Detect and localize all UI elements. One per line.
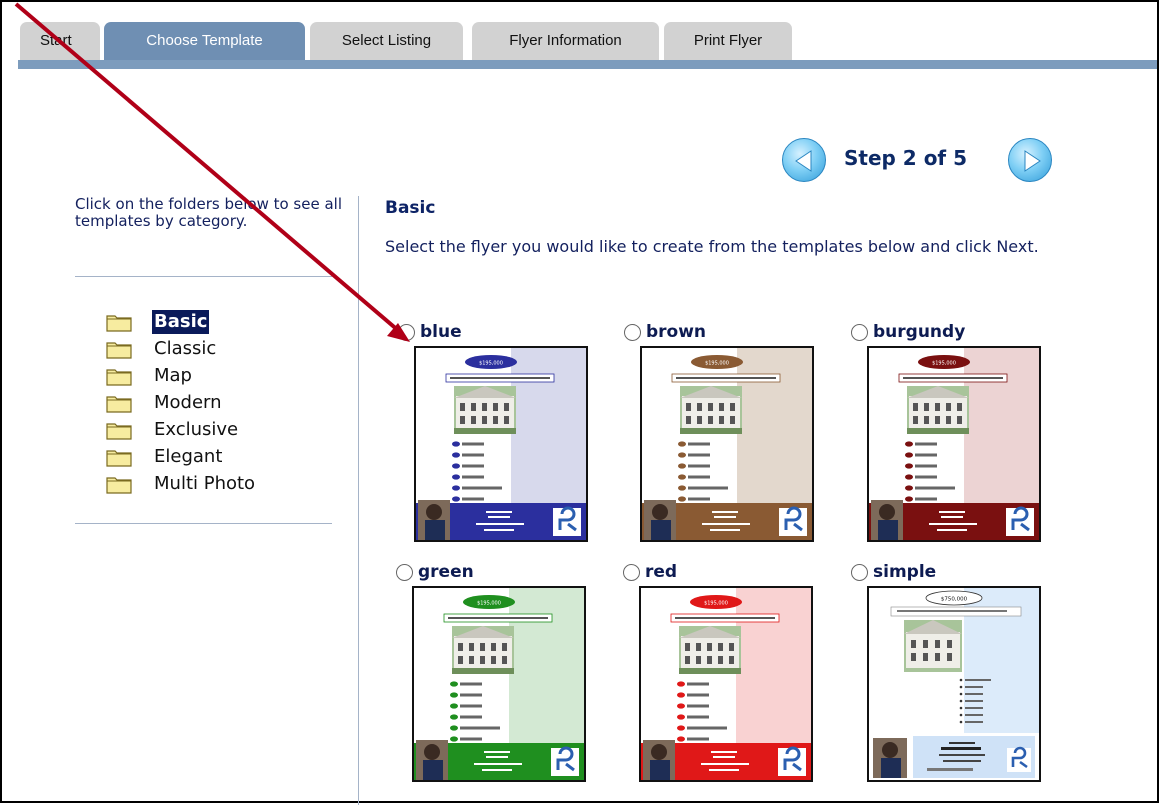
template-name: simple: [873, 562, 937, 582]
folder-label: Classic: [154, 338, 217, 359]
folder-icon: [106, 450, 132, 467]
tab-choose-template[interactable]: Choose Template: [104, 22, 305, 60]
folder-icon: [106, 315, 132, 332]
svg-text:$195,000: $195,000: [477, 601, 501, 607]
template-name: blue: [420, 322, 462, 342]
svg-text:$195,000: $195,000: [932, 361, 956, 367]
template-thumbnail[interactable]: $195,000: [640, 346, 814, 542]
template-name: burgundy: [873, 322, 966, 342]
folder-label: Multi Photo: [154, 473, 256, 494]
svg-text:$195,000: $195,000: [479, 361, 503, 367]
folder-label: Elegant: [154, 446, 223, 467]
template-radio[interactable]: [623, 564, 640, 581]
template-thumbnail[interactable]: $195,000: [414, 346, 588, 542]
folder-label: Map: [154, 365, 192, 386]
column-divider: [358, 196, 359, 805]
divider: [75, 276, 332, 277]
template-radio[interactable]: [851, 324, 868, 341]
template-thumbnail[interactable]: $195,000: [639, 586, 813, 782]
svg-text:$750,000: $750,000: [941, 597, 968, 603]
folder-icon: [106, 369, 132, 386]
template-thumbnail[interactable]: $195,000: [412, 586, 586, 782]
template-thumbnail[interactable]: $195,000: [867, 346, 1041, 542]
folder-label: Modern: [154, 392, 222, 413]
svg-text:$195,000: $195,000: [705, 361, 729, 367]
folder-icon: [106, 423, 132, 440]
folder-label: Basic: [152, 310, 210, 334]
tab-print-flyer[interactable]: Print Flyer: [664, 22, 792, 60]
template-thumbnail[interactable]: $750,000: [867, 586, 1041, 782]
folder-icon: [106, 396, 132, 413]
svg-text:$195,000: $195,000: [704, 601, 728, 607]
prev-step-button[interactable]: [782, 138, 826, 182]
template-instructions: Select the flyer you would like to creat…: [385, 237, 1039, 256]
folder-instructions: Click on the folders below to see all te…: [75, 195, 342, 230]
folder-label: Exclusive: [154, 419, 239, 440]
wizard-window: Start Choose Template Select Listing Fly…: [0, 0, 1159, 805]
next-step-button[interactable]: [1008, 138, 1052, 182]
tab-flyer-information[interactable]: Flyer Information: [472, 22, 659, 60]
template-radio[interactable]: [396, 564, 413, 581]
tab-start[interactable]: Start: [20, 22, 100, 60]
template-name: green: [418, 562, 474, 582]
folder-icon: [106, 477, 132, 494]
template-radio[interactable]: [624, 324, 641, 341]
folder-icon: [106, 342, 132, 359]
template-radio[interactable]: [851, 564, 868, 581]
tab-bar: Start Choose Template Select Listing Fly…: [2, 22, 1157, 60]
divider: [75, 523, 332, 524]
right-arrow-icon: [1024, 150, 1041, 172]
template-radio[interactable]: [398, 324, 415, 341]
template-name: brown: [646, 322, 707, 342]
tab-underline: [18, 60, 1157, 69]
step-indicator: Step 2 of 5: [844, 146, 968, 170]
template-name: red: [645, 562, 678, 582]
tab-select-listing[interactable]: Select Listing: [310, 22, 463, 60]
left-arrow-icon: [795, 150, 812, 172]
category-title: Basic: [385, 198, 436, 218]
